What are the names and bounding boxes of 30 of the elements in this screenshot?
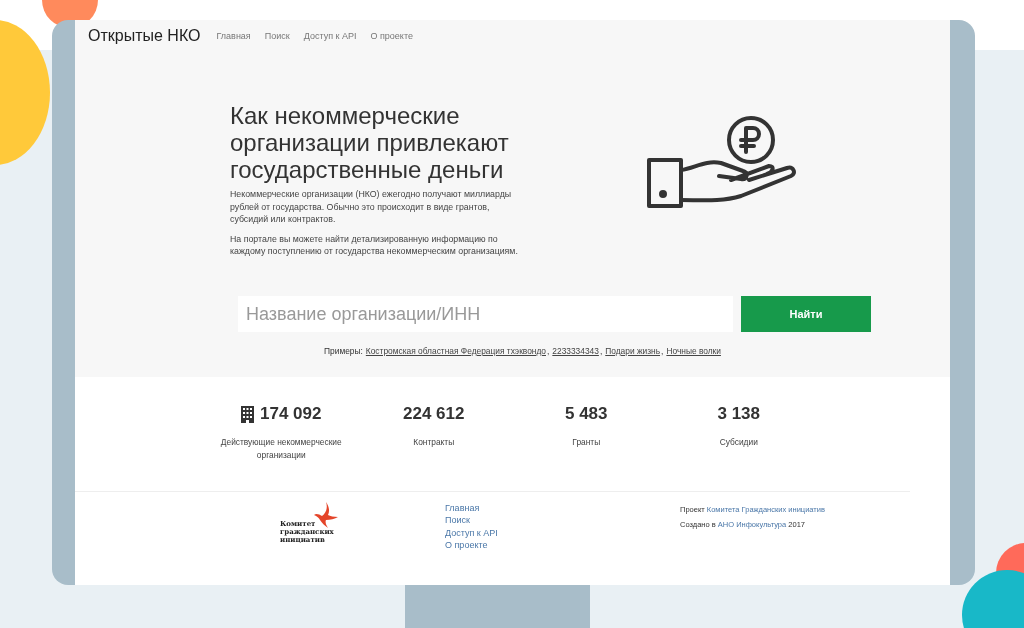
- footer-link[interactable]: Поиск: [445, 514, 680, 527]
- stat-value: 5 483: [564, 404, 608, 424]
- nav-link[interactable]: Доступ к API: [303, 31, 357, 41]
- hero-paragraph: Некоммерческие организации (НКО) ежегодно получают миллиарды рублей от государства. Обычно это происходит в виде грантов, субсидий или контрактов.: [230, 188, 513, 226]
- nav-link[interactable]: О проекте: [370, 31, 413, 41]
- example-link[interactable]: Ночные волки: [666, 346, 721, 356]
- stat-label: Действующие некоммерческие организации: [219, 436, 343, 461]
- hero-paragraph: На портале вы можете найти детализированную информацию по каждому поступлению от государства некоммерческим организациям.: [230, 232, 519, 258]
- site-logo[interactable]: Открытые НКО: [88, 27, 201, 45]
- example-link[interactable]: Подари жизнь: [605, 346, 661, 356]
- nav-link[interactable]: Поиск: [264, 31, 290, 41]
- example-link[interactable]: 2233334343: [552, 346, 599, 356]
- examples-label: Примеры:: [324, 346, 363, 356]
- hero-title: Как некоммерческие организации привлекают государственные деньги: [230, 102, 510, 183]
- example-link[interactable]: Костромская областная Федерация тхэквондо: [365, 346, 546, 356]
- stat-label: Гранты: [571, 436, 602, 449]
- stat-value: 3 138: [717, 404, 760, 424]
- search-field[interactable]: Название организации/ИНН: [238, 296, 733, 332]
- footer-link[interactable]: Доступ к API: [445, 526, 680, 539]
- separator-comma: ,: [661, 346, 664, 356]
- nav-link[interactable]: Главная: [216, 31, 251, 41]
- stat-label: Контракты: [412, 436, 456, 449]
- footer-link[interactable]: О проекте: [445, 538, 680, 552]
- stat-value: 224 612: [403, 404, 465, 424]
- separator-comma: ,: [599, 346, 603, 356]
- footer-link[interactable]: Главная: [445, 502, 680, 515]
- stat-value: 174 092: [260, 404, 322, 424]
- stat-label: Субсидии: [718, 436, 759, 449]
- separator-comma: ,: [547, 346, 550, 356]
- search-button[interactable]: Найти: [741, 296, 871, 332]
